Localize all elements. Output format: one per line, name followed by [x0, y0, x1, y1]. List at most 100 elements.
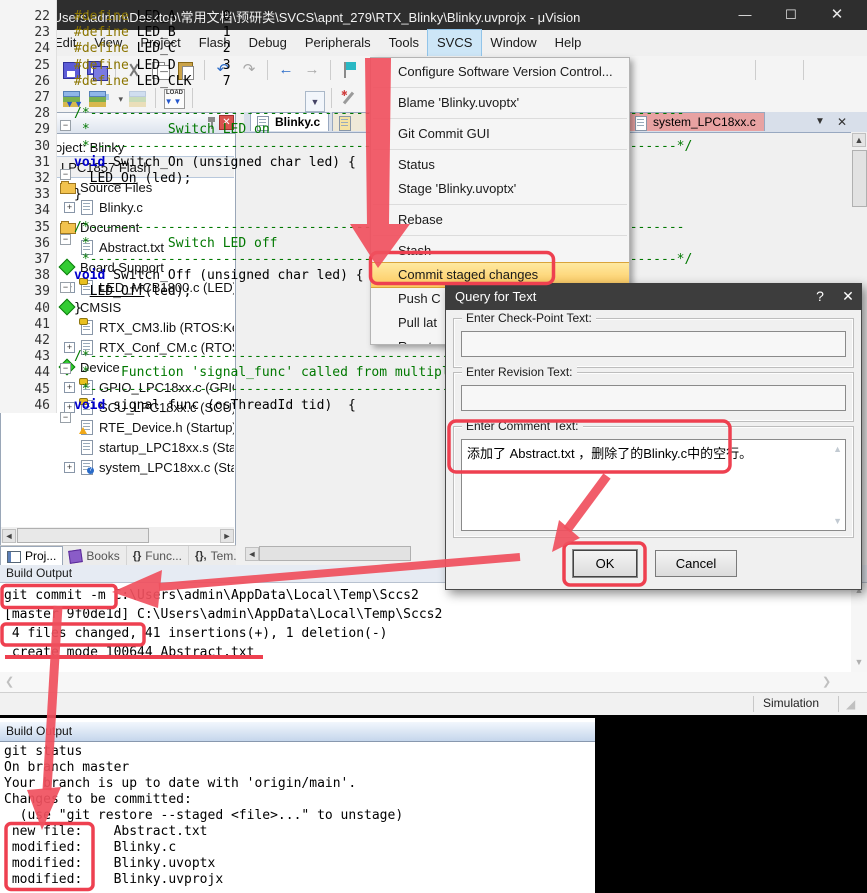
project-tree-hscrollbar[interactable]: ◄ ►: [1, 527, 234, 543]
line-number: 38: [0, 268, 58, 284]
code-line: 39 LED_Off(led);: [0, 283, 191, 299]
scroll-right-icon[interactable]: ❯: [822, 675, 831, 688]
tree-item[interactable]: +? system_LPC18xx.c (Start: [1, 457, 234, 477]
code-text: void: [74, 268, 105, 283]
svcs-menu-item[interactable]: Configure Software Version Control...: [371, 60, 629, 84]
scroll-down-icon[interactable]: ▼: [833, 516, 842, 526]
menu-item-window[interactable]: Window: [481, 30, 545, 56]
build-output-line: create mode 100644 Abstract.txt: [4, 643, 254, 662]
navigate-forward-icon[interactable]: →: [300, 59, 324, 81]
git-status-line: On branch master: [4, 760, 129, 776]
scroll-left-icon[interactable]: ◄: [2, 529, 16, 543]
workspace-tab-books[interactable]: Books: [63, 546, 126, 566]
minimize-button[interactable]: —: [722, 0, 768, 30]
scroll-left-icon[interactable]: ❮: [5, 675, 14, 688]
menu-item-tools[interactable]: Tools: [380, 30, 428, 56]
code-text: * Switch LED on: [74, 122, 270, 137]
scrollbar-thumb[interactable]: [259, 546, 411, 561]
tree-file-q-icon: ?: [79, 460, 95, 474]
svcs-menu-item[interactable]: Stash: [371, 239, 629, 263]
svcs-menu-item[interactable]: Stage 'Blinky.uvoptx': [371, 177, 629, 201]
tree-file-icon: [79, 440, 95, 454]
line-number: 25: [0, 58, 58, 74]
tab-list-dropdown-icon[interactable]: ▼: [812, 114, 828, 130]
line-number: 30: [0, 139, 58, 155]
tree-item-label: RTE_Device.h (Startup): [99, 419, 234, 436]
tree-item-label: Blinky.c: [99, 199, 143, 216]
code-text: signal_func (osThreadId tid) {: [105, 398, 355, 413]
close-button[interactable]: ✕: [814, 0, 860, 30]
code-line: 29 * Switch LED on: [0, 121, 270, 137]
code-text: LED_B 1: [129, 25, 231, 40]
scroll-up-icon[interactable]: ▲: [852, 133, 866, 147]
line-number: 45: [0, 382, 58, 398]
line-number: 29: [0, 122, 58, 138]
git-status-line: modified: Blinky.uvoptx: [4, 856, 215, 872]
revision-input[interactable]: [461, 385, 846, 411]
toolbar-separator: [755, 60, 756, 80]
scroll-down-icon[interactable]: ▼: [851, 657, 867, 667]
ok-button[interactable]: OK: [573, 550, 637, 577]
workspace-tab-proj[interactable]: Proj...: [0, 546, 63, 566]
navigate-back-icon[interactable]: ←: [274, 59, 298, 81]
line-number: 41: [0, 317, 58, 333]
code-line: 41: [0, 316, 74, 332]
books-tab-icon: [69, 549, 84, 564]
code-line: 22#define LED_A 0: [0, 8, 231, 24]
code-line: 25#define LED_D 3: [0, 57, 231, 73]
code-line: 27: [0, 89, 74, 105]
tab-close-icon[interactable]: ✕: [834, 114, 850, 130]
menu-item-peripherals[interactable]: Peripherals: [296, 30, 380, 56]
workspace-tabs: Proj...Books{}Func...{},Tem...: [0, 545, 236, 566]
dialog-help-button[interactable]: ?: [805, 283, 835, 310]
code-text: LED_A 0: [129, 9, 231, 24]
line-number: 27: [0, 90, 58, 106]
menu-item-svcs[interactable]: SVCS: [428, 30, 481, 56]
build-output-vscrollbar[interactable]: ▲▼: [851, 583, 867, 672]
workspace-tab-func[interactable]: {}Func...: [127, 546, 189, 566]
scrollbar-thumb[interactable]: [852, 150, 867, 207]
workspace-tab-label: Proj...: [25, 547, 56, 566]
redo-icon[interactable]: ↷: [237, 59, 261, 81]
comment-textarea[interactable]: 添加了 Abstract.txt ，删除了的Blinky.c中的空行。 ▲ ▼: [461, 439, 846, 531]
menu-item-help[interactable]: Help: [546, 30, 591, 56]
statusbar-separator: [838, 696, 839, 712]
code-text: LED_Off: [90, 284, 145, 299]
code-text: LED_D 3: [129, 58, 231, 73]
menu-separator: [371, 146, 629, 153]
maximize-button[interactable]: ☐: [768, 0, 814, 30]
line-number: 31: [0, 155, 58, 171]
templates-tab-icon: {},: [195, 547, 207, 566]
tree-expander-icon[interactable]: +: [64, 462, 75, 473]
svcs-menu-item[interactable]: Git Commit GUI: [371, 122, 629, 146]
tree-item[interactable]: startup_LPC18xx.s (Start: [1, 437, 234, 457]
cancel-button[interactable]: Cancel: [655, 550, 737, 577]
build-output-line: git commit -m C:\Users\admin\AppData\Loc…: [4, 586, 419, 605]
tree-item-label: startup_LPC18xx.s (Start: [99, 439, 234, 456]
code-text: void: [74, 155, 105, 170]
checkpoint-input[interactable]: [461, 331, 846, 357]
svcs-menu-item[interactable]: Rebase: [371, 208, 629, 232]
menu-item-debug[interactable]: Debug: [240, 30, 296, 56]
build-output-hscrollbar[interactable]: ❮ ❯: [0, 672, 867, 692]
scroll-up-icon[interactable]: ▲: [833, 444, 842, 454]
line-number: 39: [0, 284, 58, 300]
dialog-close-button[interactable]: ✕: [833, 283, 863, 310]
bookmark-icon[interactable]: [337, 59, 361, 81]
git-status-line: Your branch is up to date with 'origin/m…: [4, 776, 356, 792]
scroll-left-icon[interactable]: ◄: [245, 547, 259, 561]
menu-separator: [371, 84, 629, 91]
tree-item[interactable]: RTE_Device.h (Startup): [1, 417, 234, 437]
scroll-right-icon[interactable]: ►: [220, 529, 234, 543]
scrollbar-thumb[interactable]: [17, 528, 149, 543]
statusbar-separator: [753, 696, 754, 712]
line-number: 34: [0, 203, 58, 219]
tree-item-label: CMSIS: [80, 299, 121, 316]
status-mode: Simulation: [763, 696, 819, 710]
svcs-menu-item[interactable]: Status: [371, 153, 629, 177]
functions-tab-icon: {}: [133, 547, 142, 566]
svcs-menu-item[interactable]: Blame 'Blinky.uvoptx': [371, 91, 629, 115]
revision-label: Enter Revision Text:: [462, 366, 577, 379]
tree-item-label: system_LPC18xx.c (Start: [99, 459, 234, 476]
resize-grip-icon[interactable]: ◢: [846, 697, 855, 711]
